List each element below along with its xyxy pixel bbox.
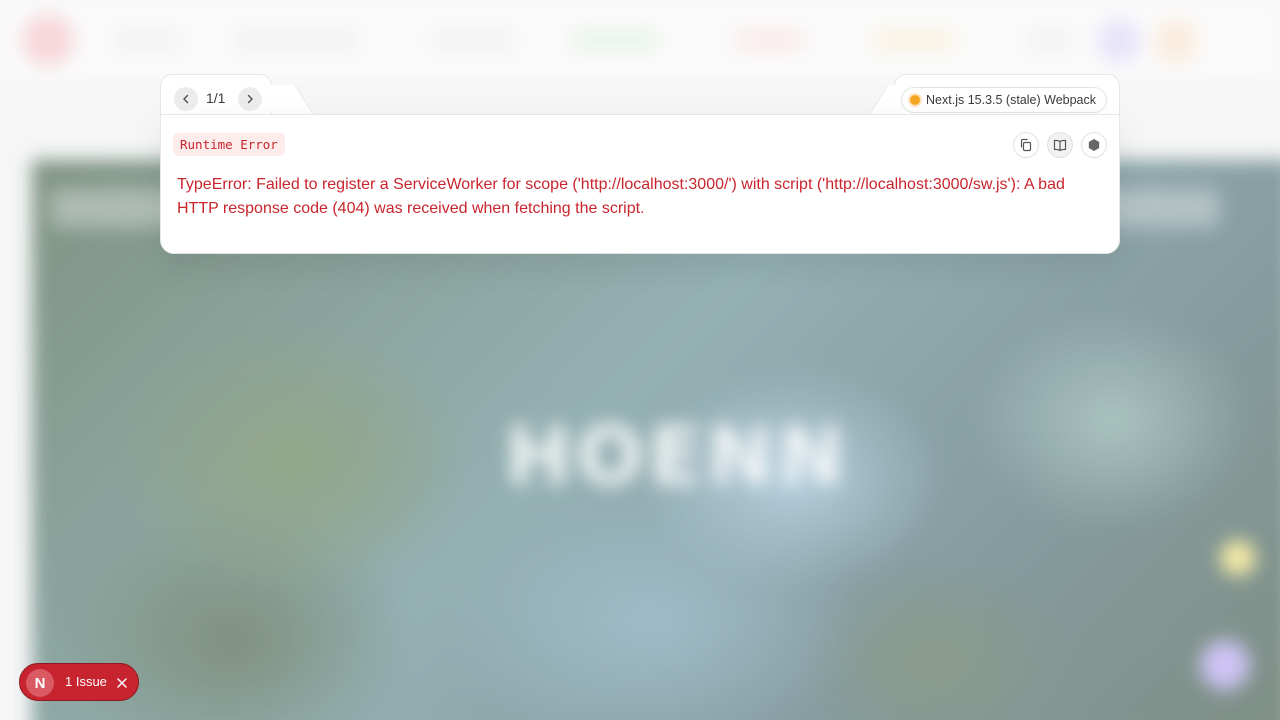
node-inspector-button[interactable] <box>1081 132 1107 158</box>
nextjs-version-text: Next.js 15.3.5 (stale) Webpack <box>926 93 1096 107</box>
error-type-badge: Runtime Error <box>173 133 285 156</box>
error-count: 1/1 <box>206 90 226 106</box>
chevron-right-icon <box>247 94 253 104</box>
stale-status-indicator <box>910 95 921 105</box>
docs-button[interactable] <box>1047 132 1073 158</box>
error-overlay-tabs: 1/1 Next.js 15.3.5 (stale) Webpack <box>160 74 1120 116</box>
previous-error-button[interactable] <box>174 87 198 111</box>
nextjs-logo-icon[interactable]: N <box>26 669 54 697</box>
copy-error-button[interactable] <box>1013 132 1039 158</box>
issues-indicator[interactable]: N 1 Issue <box>19 663 139 701</box>
next-error-button[interactable] <box>238 87 262 111</box>
error-overlay-dialog: Runtime Error TypeError: Failed to regis… <box>160 114 1120 254</box>
dismiss-issues-button[interactable] <box>114 675 130 691</box>
copy-icon <box>1020 138 1032 152</box>
version-tab: Next.js 15.3.5 (stale) Webpack <box>894 74 1120 116</box>
error-pager: 1/1 <box>160 74 272 116</box>
error-message: TypeError: Failed to register a ServiceW… <box>177 176 1065 217</box>
chevron-left-icon <box>183 94 189 104</box>
close-icon <box>117 678 127 688</box>
nodejs-icon <box>1088 139 1100 151</box>
issues-count-label[interactable]: 1 Issue <box>65 674 107 689</box>
docs-icon <box>1053 139 1067 152</box>
error-toolbar <box>1013 132 1107 158</box>
nextjs-version-badge[interactable]: Next.js 15.3.5 (stale) Webpack <box>901 87 1107 113</box>
